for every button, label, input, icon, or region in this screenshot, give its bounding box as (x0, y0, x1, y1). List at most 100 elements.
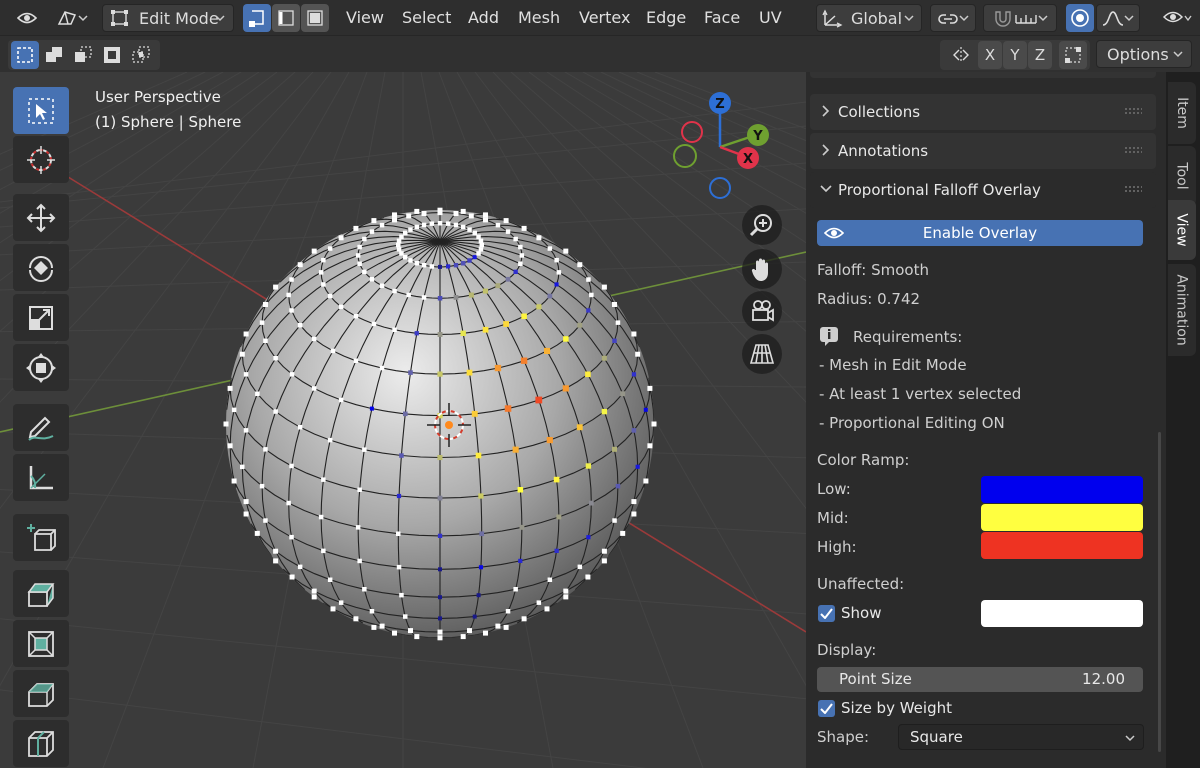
select-subtract-button[interactable] (69, 41, 97, 69)
options-dropdown[interactable]: Options (1096, 40, 1192, 68)
mesh-vertex (379, 222, 385, 228)
section-collections-label: Collections (838, 103, 921, 121)
point-size-value: 12.00 (1082, 670, 1125, 688)
tab-tool[interactable]: Tool (1168, 146, 1196, 206)
rotate-tool[interactable] (13, 244, 69, 291)
menu-edge[interactable]: Edge (646, 8, 686, 27)
select-intersect-button[interactable] (127, 41, 155, 69)
cursor-tool[interactable] (13, 136, 69, 183)
mesh-vertex (231, 478, 237, 484)
ramp-low-color-swatch[interactable] (981, 476, 1143, 503)
pivot-point-dropdown[interactable] (930, 4, 976, 32)
gizmo-neg-x[interactable] (681, 121, 703, 143)
mesh-vertex (273, 548, 279, 554)
mesh-vertex (321, 548, 326, 554)
ramp-high-color-swatch[interactable] (981, 532, 1143, 559)
inset-faces-tool[interactable] (13, 620, 69, 667)
shape-dropdown[interactable]: Square (898, 724, 1144, 750)
gizmo-neg-y[interactable] (673, 144, 697, 168)
menu-add[interactable]: Add (468, 8, 499, 27)
section-collections[interactable]: Collections (810, 94, 1156, 130)
camera-view-button[interactable] (742, 291, 782, 331)
drag-grip-icon[interactable] (1124, 185, 1142, 193)
select-invert-icon (104, 47, 120, 63)
transform-orientation-dropdown[interactable]: Global (816, 4, 922, 32)
menu-select[interactable]: Select (402, 8, 451, 27)
mesh-vertex (612, 338, 617, 343)
3d-viewport[interactable]: Z Y X User Perspective (1) Sphere | Sphe… (0, 72, 806, 768)
mode-selector[interactable]: Edit Mode (102, 4, 234, 32)
mirror-y-toggle[interactable]: Y (1003, 41, 1027, 69)
section-annotations[interactable]: Annotations (810, 133, 1156, 169)
tab-view[interactable]: View (1168, 200, 1196, 260)
mesh-vertex (521, 616, 527, 622)
pencil-icon (28, 416, 54, 441)
ramp-mid-color-swatch[interactable] (981, 504, 1143, 531)
select-invert-button[interactable] (98, 41, 126, 69)
mesh-vertex (392, 327, 397, 332)
transform-tool[interactable] (13, 344, 69, 391)
menu-vertex[interactable]: Vertex (579, 8, 630, 27)
enable-overlay-button[interactable]: Enable Overlay (817, 220, 1143, 246)
zoom-button[interactable] (742, 205, 782, 245)
snapping-dropdown[interactable] (983, 4, 1057, 32)
bevel-tool[interactable] (13, 670, 69, 717)
overlays-dropdown[interactable] (1160, 4, 1194, 32)
panel-scrollbar[interactable] (1158, 432, 1161, 752)
sphere-mesh[interactable] (223, 207, 657, 641)
face-select-button[interactable] (301, 4, 329, 32)
mesh-vertex (521, 225, 527, 231)
mesh-vertex (437, 371, 443, 377)
size-by-weight-checkbox[interactable] (818, 700, 835, 717)
mesh-vertex (467, 227, 472, 232)
move-tool[interactable] (13, 194, 69, 241)
gizmo-neg-z[interactable] (709, 177, 731, 199)
mirror-icon[interactable] (948, 41, 974, 69)
mirror-z-toggle[interactable]: Z (1028, 41, 1052, 69)
menu-view[interactable]: View (346, 8, 384, 27)
select-extend-button[interactable] (40, 41, 68, 69)
unaffected-color-swatch[interactable] (981, 600, 1143, 627)
mesh-vertex (635, 351, 641, 357)
annotate-tool[interactable] (13, 404, 69, 451)
eye-icon[interactable] (14, 4, 40, 32)
add-cube-tool[interactable] (13, 514, 69, 561)
tab-animation[interactable]: Animation (1168, 264, 1196, 356)
header-bar: Edit Mode View Select Add Mesh Vertex Ed… (0, 0, 1200, 36)
menu-uv[interactable]: UV (759, 8, 782, 27)
select-new-button[interactable] (11, 41, 39, 69)
mesh-vertex (414, 208, 420, 214)
loop-cut-tool[interactable] (13, 720, 69, 767)
menu-mesh[interactable]: Mesh (518, 8, 560, 27)
select-box-tool[interactable] (13, 87, 69, 134)
show-unaffected-checkbox[interactable] (818, 605, 835, 622)
falloff-info: Falloff: Smooth (817, 261, 929, 279)
section-falloff-overlay-label: Proportional Falloff Overlay (838, 181, 1041, 199)
measure-tool[interactable] (13, 454, 69, 501)
uv-sync-button[interactable] (1059, 41, 1087, 69)
menu-face[interactable]: Face (704, 8, 740, 27)
proportional-editing-toggle[interactable] (1066, 4, 1094, 32)
pan-button[interactable] (742, 249, 782, 289)
mesh-vertex (311, 336, 317, 342)
vertex-select-button[interactable] (243, 4, 271, 32)
perspective-toggle-button[interactable] (742, 334, 782, 374)
mesh-vertex (379, 283, 385, 288)
drag-grip-icon[interactable] (1124, 146, 1142, 154)
falloff-type-dropdown[interactable] (1096, 4, 1140, 32)
mesh-vertex (504, 405, 512, 412)
mesh-vertex (476, 251, 481, 256)
scale-tool[interactable] (13, 294, 69, 341)
tab-item[interactable]: Item (1168, 82, 1196, 144)
point-size-field[interactable]: Point Size 12.00 (817, 667, 1143, 692)
edge-select-button[interactable] (272, 4, 300, 32)
section-falloff-overlay[interactable]: Proportional Falloff Overlay (810, 172, 1156, 208)
drag-grip-icon[interactable] (1124, 107, 1142, 115)
viewport-canvas[interactable]: Z Y X (0, 72, 806, 768)
mesh-vertex (453, 295, 459, 300)
extrude-tool[interactable] (13, 570, 69, 617)
mirror-x-toggle[interactable]: X (978, 41, 1002, 69)
object-type-visibility-dropdown[interactable] (50, 4, 94, 32)
mesh-vertex (620, 391, 626, 397)
magnet-icon (995, 11, 1011, 27)
